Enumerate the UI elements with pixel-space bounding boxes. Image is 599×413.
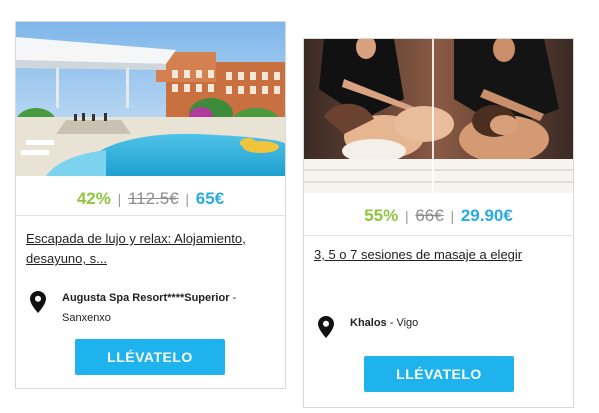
deal-title-link[interactable]: 3, 5 o 7 sesiones de masaje a elegir bbox=[314, 245, 564, 265]
deal-card-2[interactable]: 55% | 66€ | 29.90€ 3, 5 o 7 sesiones de … bbox=[303, 38, 574, 408]
original-price: 66€ bbox=[415, 206, 444, 225]
location-name: Augusta Spa Resort****Superior bbox=[62, 292, 230, 304]
map-pin-icon bbox=[30, 291, 46, 313]
location-name: Khalos bbox=[350, 317, 387, 329]
divider bbox=[304, 235, 573, 236]
price-separator: | bbox=[185, 191, 190, 207]
buy-button[interactable]: LLÉVATELO bbox=[75, 339, 225, 375]
discount-percent: 55% bbox=[364, 206, 399, 225]
sale-price: 29.90€ bbox=[460, 206, 513, 225]
price-row: 42% | 112.5€ | 65€ bbox=[16, 189, 285, 209]
price-separator: | bbox=[404, 208, 409, 224]
price-separator: | bbox=[117, 191, 122, 207]
location-city: - Vigo bbox=[386, 317, 419, 329]
deal-title-link[interactable]: Escapada de lujo y relax: Alojamiento, d… bbox=[26, 229, 276, 269]
price-row: 55% | 66€ | 29.90€ bbox=[304, 206, 573, 226]
discount-percent: 42% bbox=[76, 189, 111, 208]
sale-price: 65€ bbox=[195, 189, 225, 208]
buy-button[interactable]: LLÉVATELO bbox=[364, 356, 514, 392]
deal-card-1[interactable]: 42% | 112.5€ | 65€ Escapada de lujo y re… bbox=[15, 21, 286, 389]
couples-massage-photo[interactable] bbox=[304, 39, 573, 193]
map-pin-icon bbox=[318, 316, 334, 338]
resort-pool-photo[interactable] bbox=[16, 22, 285, 176]
divider bbox=[16, 215, 285, 216]
price-separator: | bbox=[450, 208, 455, 224]
original-price: 112.5€ bbox=[127, 189, 179, 208]
